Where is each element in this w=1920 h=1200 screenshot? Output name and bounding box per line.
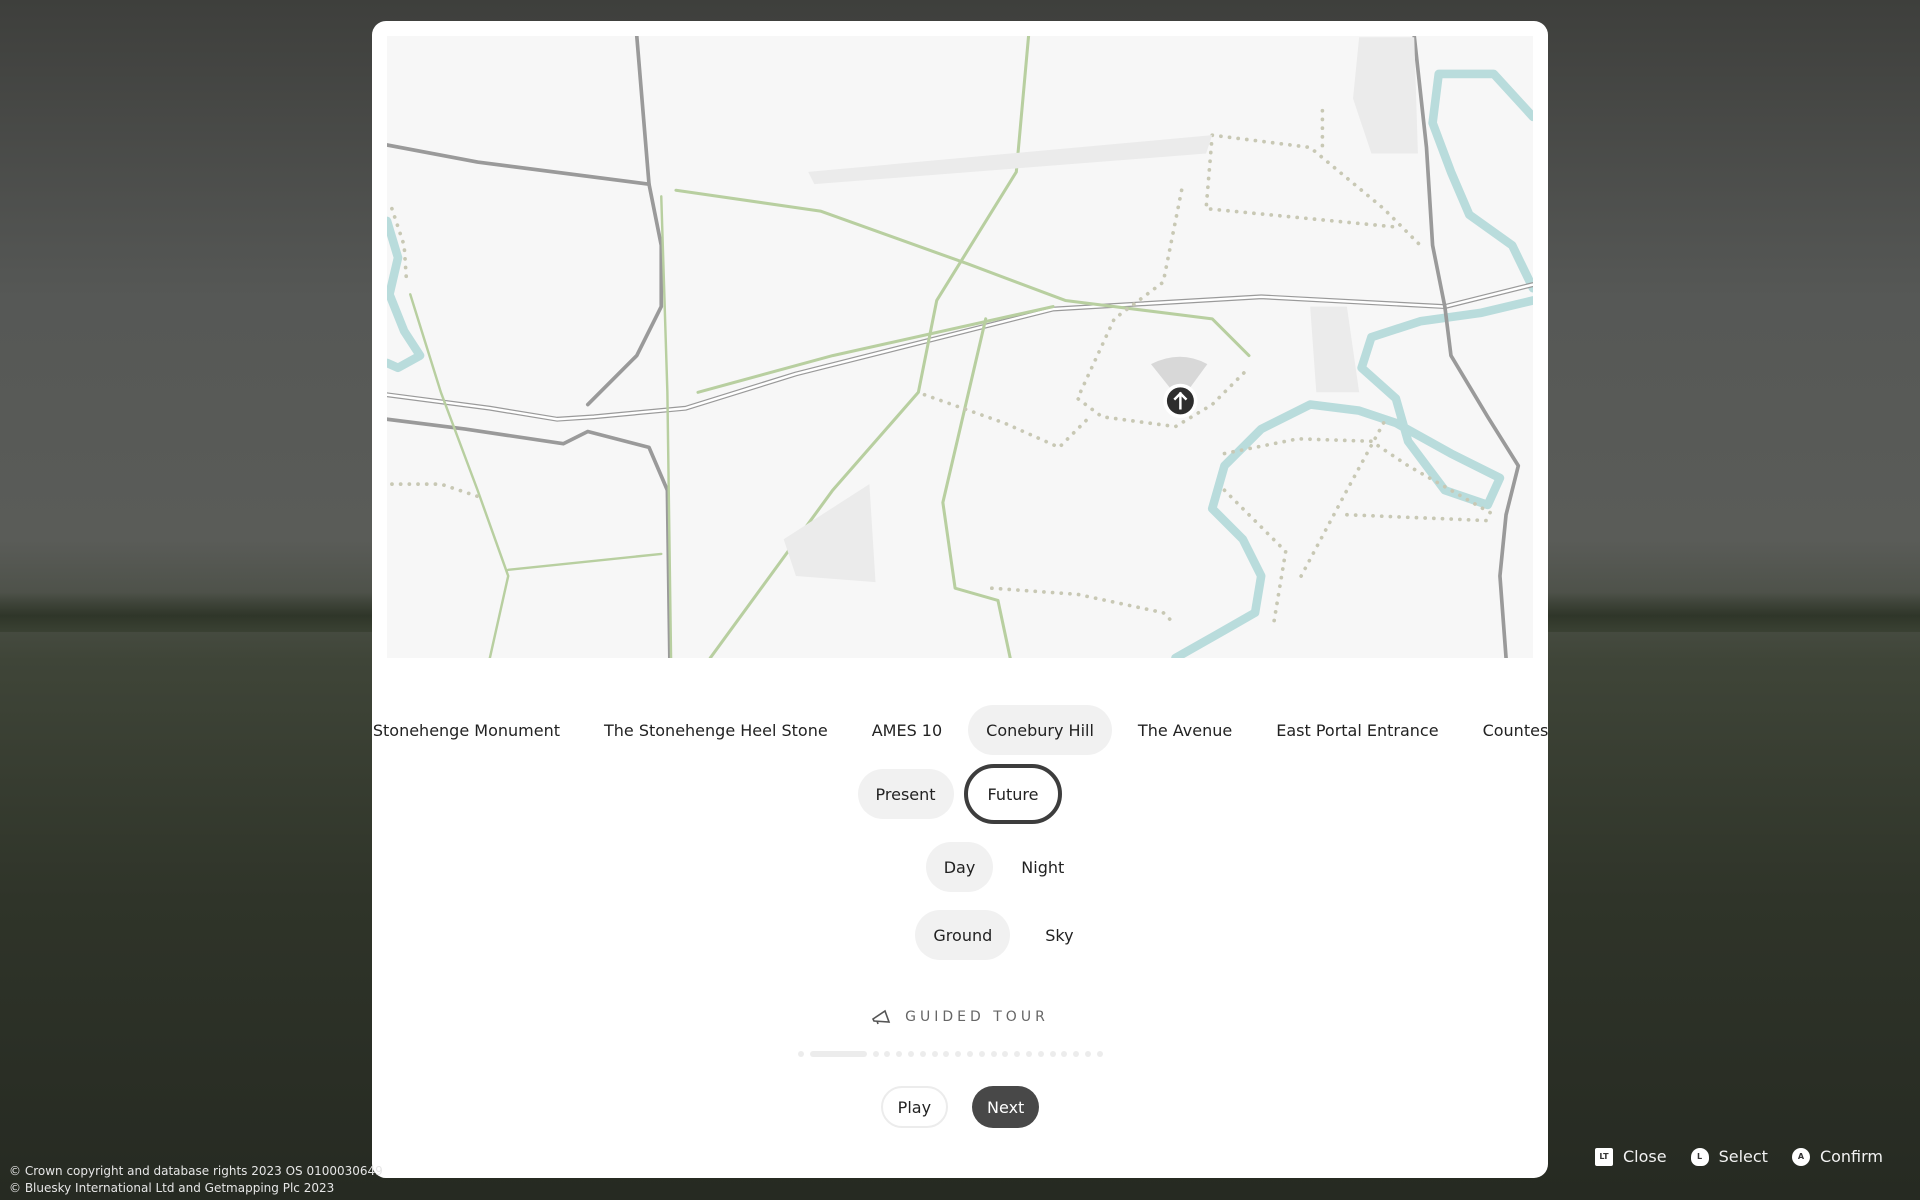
- green-path: [409, 293, 663, 658]
- road: [387, 143, 664, 407]
- close-hint[interactable]: LT Close: [1594, 1147, 1667, 1166]
- tour-progress: [798, 1051, 1103, 1057]
- footpath: [1296, 421, 1496, 584]
- hatch-area: [808, 135, 1213, 185]
- tour-step: [931, 1051, 938, 1057]
- confirm-hint[interactable]: A Confirm: [1791, 1147, 1883, 1166]
- hatch-area: [1310, 306, 1360, 393]
- tour-step: [884, 1051, 891, 1057]
- night-option[interactable]: Night: [1003, 842, 1082, 892]
- road: [387, 417, 672, 658]
- play-button[interactable]: Play: [880, 1086, 949, 1128]
- next-button[interactable]: Next: [972, 1086, 1040, 1128]
- green-path: [660, 195, 673, 658]
- guided-tour-label: GUIDED TOUR: [905, 1009, 1049, 1025]
- tour-step: [1073, 1051, 1080, 1057]
- tour-step: [872, 1051, 879, 1057]
- tour-step: [955, 1051, 962, 1057]
- present-option[interactable]: Present: [857, 769, 954, 819]
- tour-step: [1049, 1051, 1056, 1057]
- tour-step: [1084, 1051, 1091, 1057]
- day-option[interactable]: Day: [925, 842, 994, 892]
- location-modal: The Stonehenge Monument The Stonehenge H…: [372, 21, 1548, 1178]
- footpath: [390, 482, 480, 499]
- tour-step: [1061, 1051, 1068, 1057]
- tour-step-active: [809, 1051, 867, 1057]
- person-marker[interactable]: [1151, 356, 1208, 419]
- time-toggle: Present Future: [372, 764, 1548, 824]
- tour-step: [1096, 1051, 1103, 1057]
- green-path: [941, 317, 1012, 658]
- map[interactable]: [387, 36, 1533, 658]
- location-carousel[interactable]: The Stonehenge Monument The Stonehenge H…: [372, 705, 1548, 755]
- controller-hints: LT Close L Select A Confirm: [1594, 1147, 1883, 1166]
- copyright-line: © Crown copyright and database rights 20…: [9, 1164, 383, 1178]
- road: [634, 36, 651, 186]
- tour-step: [966, 1051, 973, 1057]
- tour-step: [978, 1051, 985, 1057]
- footpath: [1222, 436, 1496, 627]
- location-chip[interactable]: AMES 10: [854, 705, 960, 755]
- guided-tour-header: GUIDED TOUR: [372, 1009, 1548, 1025]
- megaphone-icon: [872, 1009, 891, 1025]
- location-chip[interactable]: The Stonehenge Monument: [372, 705, 578, 755]
- location-chip[interactable]: The Avenue: [1120, 705, 1250, 755]
- select-label: Select: [1718, 1147, 1768, 1166]
- tour-step: [798, 1051, 804, 1057]
- copyright-notice: © Crown copyright and database rights 20…: [9, 1163, 383, 1197]
- a-button-icon: A: [1791, 1147, 1810, 1166]
- close-label: Close: [1622, 1147, 1667, 1166]
- lt-trigger-icon: LT: [1594, 1147, 1613, 1166]
- location-chip[interactable]: East Portal Entrance: [1258, 705, 1456, 755]
- hatch-area: [783, 484, 876, 583]
- road: [387, 283, 1533, 421]
- road: [1412, 36, 1521, 658]
- tour-step: [1025, 1051, 1032, 1057]
- sky-option[interactable]: Sky: [1020, 910, 1098, 960]
- hatch-area: [1353, 37, 1418, 154]
- tour-step: [990, 1051, 997, 1057]
- confirm-label: Confirm: [1819, 1147, 1883, 1166]
- footpath: [989, 586, 1178, 627]
- location-chip[interactable]: The Stonehenge Heel Stone: [586, 705, 846, 755]
- tour-step: [907, 1051, 914, 1057]
- footpath: [922, 392, 1092, 450]
- green-path: [696, 305, 1055, 394]
- location-chip-selected[interactable]: Conebury Hill: [968, 705, 1112, 755]
- road: [387, 282, 1533, 422]
- river: [1428, 69, 1533, 293]
- view-toggle: Ground Sky: [372, 910, 1548, 960]
- river: [1171, 296, 1533, 658]
- tour-step: [1002, 1051, 1009, 1057]
- tour-step: [919, 1051, 926, 1057]
- ground-option[interactable]: Ground: [915, 910, 1011, 960]
- copyright-line: © Bluesky International Ltd and Getmappi…: [9, 1181, 335, 1195]
- tour-step: [896, 1051, 903, 1057]
- tour-step: [1037, 1051, 1044, 1057]
- left-stick-icon: L: [1690, 1147, 1709, 1166]
- location-chip[interactable]: Countess Junction South: [1465, 705, 1548, 755]
- light-toggle: Day Night: [372, 842, 1548, 892]
- tour-step: [1014, 1051, 1021, 1057]
- select-hint[interactable]: L Select: [1690, 1147, 1768, 1166]
- tour-step: [943, 1051, 950, 1057]
- future-option[interactable]: Future: [963, 764, 1063, 824]
- map-canvas: [387, 36, 1533, 658]
